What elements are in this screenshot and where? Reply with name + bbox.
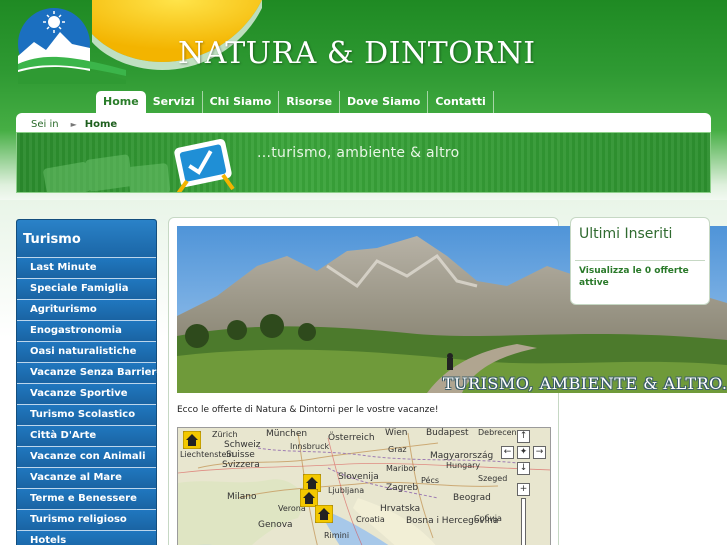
chevron-right-icon: ►	[70, 119, 77, 129]
tab-chi-siamo[interactable]: Chi Siamo	[203, 91, 280, 113]
site-logo[interactable]	[14, 6, 126, 84]
sidebar-item-hotels[interactable]: Hotels	[17, 530, 156, 545]
sidebar-item-enogastronomia[interactable]: Enogastronomia	[17, 320, 156, 341]
map-label-szeged: Szeged	[478, 474, 508, 483]
sidebar-item-turismo-religioso[interactable]: Turismo religioso	[17, 509, 156, 530]
zoom-in-icon[interactable]: +	[517, 483, 530, 496]
map-label-croatia: Croatia	[356, 515, 385, 524]
map-label-maribor: Maribor	[386, 464, 417, 473]
offers-map[interactable]: München Österreich Wien Budapest Debrece…	[177, 427, 551, 545]
map-label-beograd: Beograd	[453, 493, 491, 503]
sidebar-item-vacanze-senza-barriere[interactable]: Vacanze Senza Barriere	[17, 362, 163, 383]
map-label-zurich: Zürich	[212, 430, 238, 439]
tab-home[interactable]: Home	[96, 91, 146, 113]
pan-up-icon[interactable]: ↑	[517, 430, 530, 443]
intro-text: Ecco le offerte di Natura & Dintorni per…	[177, 405, 439, 415]
sidebar-item-vacanze-sportive[interactable]: Vacanze Sportive	[17, 383, 156, 404]
map-label-magyarorszag: Magyarország	[430, 451, 494, 461]
map-label-hungary: Hungary	[446, 461, 481, 470]
map-label-debrecen: Debrecen	[478, 428, 517, 437]
map-label-schweiz: Schweiz	[224, 440, 261, 450]
sidebar-item-vacanze-al-mare[interactable]: Vacanze al Mare	[17, 467, 156, 488]
zoom-slider[interactable]	[521, 498, 526, 545]
map-label-milano: Milano	[227, 492, 257, 502]
map-label-osterreich: Österreich	[328, 433, 375, 443]
hero-caption: TURISMO, AMBIENTE & ALTRO..	[442, 374, 727, 393]
map-label-budapest: Budapest	[426, 428, 469, 438]
map-label-slovenija: Slovenija	[338, 472, 379, 482]
map-marker-house-icon[interactable]	[315, 505, 333, 523]
pan-center-icon[interactable]: ✦	[517, 446, 530, 459]
tab-contatti[interactable]: Contatti	[428, 91, 494, 113]
pan-right-icon[interactable]: →	[533, 446, 546, 459]
tab-servizi[interactable]: Servizi	[146, 91, 203, 113]
map-label-wien: Wien	[385, 428, 408, 438]
site-tagline: ...turismo, ambiente & altro	[257, 145, 460, 161]
map-label-genova: Genova	[258, 520, 293, 530]
map-label-munchen: München	[266, 429, 308, 439]
site-title: NATURA & DINTORNI	[178, 36, 536, 71]
main-navigation: Home Servizi Chi Siamo Risorse Dove Siam…	[96, 91, 494, 113]
sidebar-item-citta-darte[interactable]: Città D'Arte	[17, 425, 156, 446]
breadcrumb-current[interactable]: Home	[85, 119, 117, 130]
sidebar: Turismo Last Minute Speciale Famiglia Ag…	[16, 219, 163, 545]
map-label-ljubljana: Ljubljana	[328, 486, 365, 495]
map-label-rimini: Rimini	[324, 531, 350, 540]
sidebar-item-terme-e-benessere[interactable]: Terme e Benessere	[17, 488, 156, 509]
sidebar-item-oasi-naturalistiche[interactable]: Oasi naturalistiche	[17, 341, 156, 362]
sidebar-item-vacanze-con-animali[interactable]: Vacanze con Animali	[17, 446, 156, 467]
map-label-srbija: Србија	[474, 514, 502, 523]
pan-down-icon[interactable]: ↓	[517, 462, 530, 475]
sidebar-item-turismo-scolastico[interactable]: Turismo Scolastico	[17, 404, 156, 425]
map-label-graz: Graz	[388, 445, 407, 454]
map-label-hrvatska: Hrvatska	[380, 504, 421, 514]
view-offers-link[interactable]: Visualizza le 0 offerte attive	[571, 261, 709, 289]
breadcrumb-prefix: Sei in	[31, 118, 59, 130]
map-label-liechtenstein: Liechtenstein	[180, 450, 234, 459]
map-label-svizzera: Svizzera	[222, 460, 260, 470]
sidebar-item-speciale-famiglia[interactable]: Speciale Famiglia	[17, 278, 156, 299]
sidebar-title: Turismo	[17, 220, 156, 257]
sidebar-item-agriturismo[interactable]: Agriturismo	[17, 299, 156, 320]
pan-left-icon[interactable]: ←	[501, 446, 514, 459]
map-label-zagreb: Zagreb	[386, 483, 419, 493]
tab-dove-siamo[interactable]: Dove Siamo	[340, 91, 429, 113]
map-label-innsbruck: Innsbruck	[290, 442, 330, 451]
latest-offers-title: Ultimi Inseriti	[579, 226, 673, 242]
map-label-pecs: Pécs	[421, 476, 440, 485]
checklist-icon	[43, 138, 235, 192]
banner: ...turismo, ambiente & altro	[16, 132, 711, 193]
sidebar-item-last-minute[interactable]: Last Minute	[17, 257, 156, 278]
latest-offers-panel: Ultimi Inseriti Visualizza le 0 offerte …	[570, 217, 710, 305]
map-marker-house-icon[interactable]	[183, 431, 201, 449]
tab-risorse[interactable]: Risorse	[279, 91, 341, 113]
breadcrumb: Sei in ► Home	[16, 113, 711, 132]
